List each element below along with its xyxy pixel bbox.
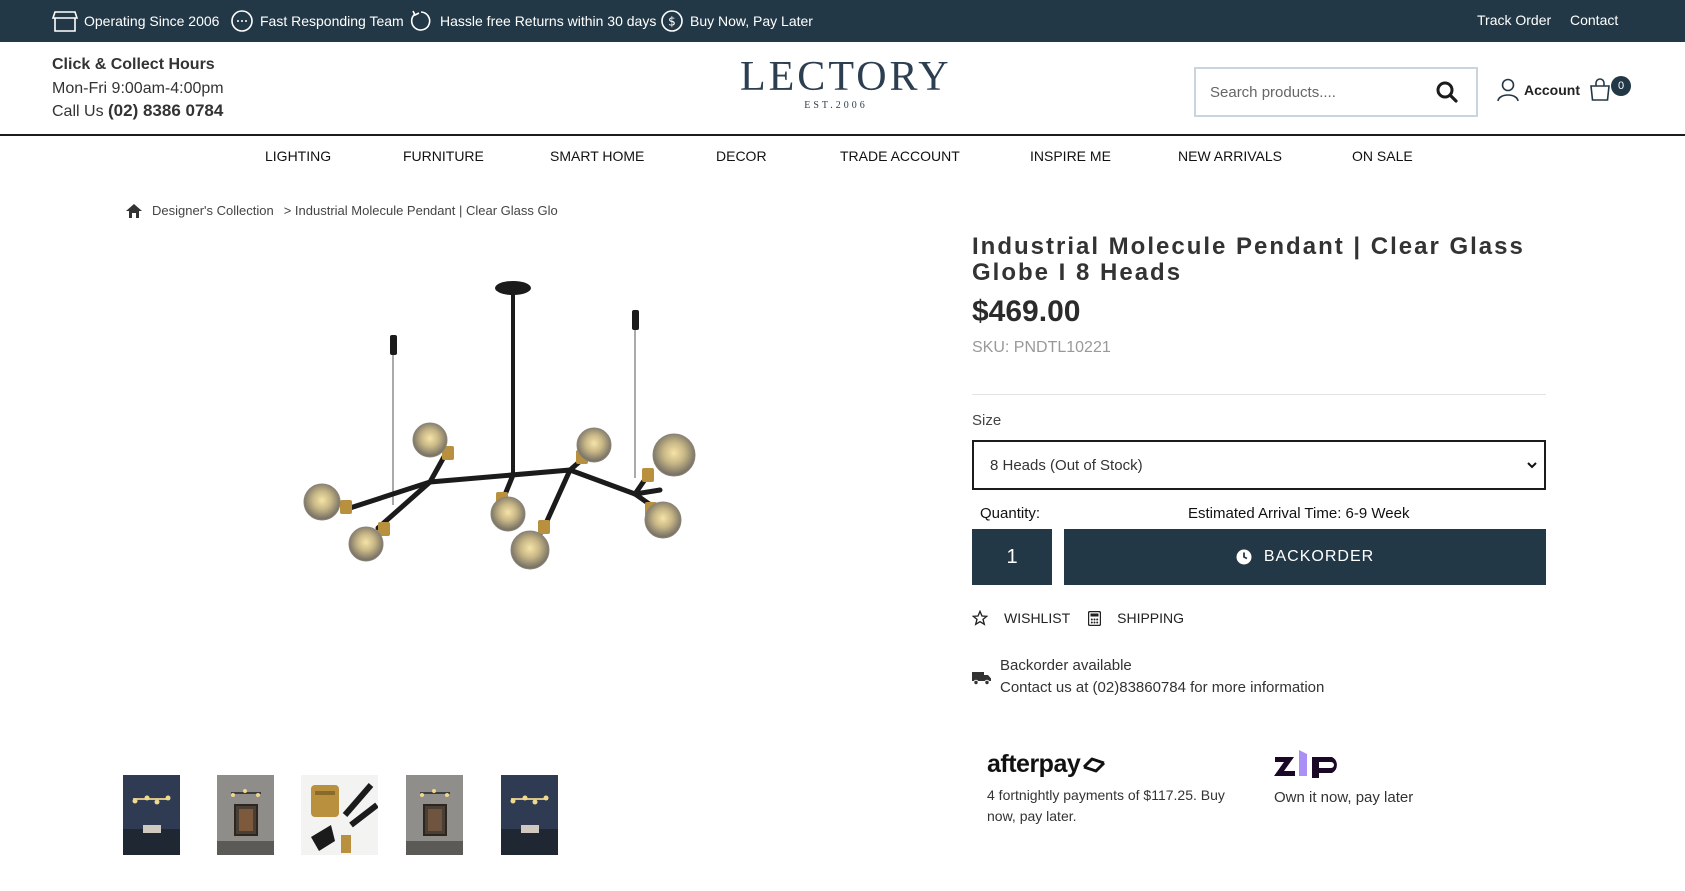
zip-logo: zip: [1274, 750, 1337, 778]
product-price: $469.00: [972, 295, 1081, 328]
breadcrumb-current: > Industrial Molecule Pendant | Clear Gl…: [283, 203, 558, 218]
feature-returns: Hassle free Returns within 30 days: [408, 0, 656, 42]
shipping-link[interactable]: SHIPPING: [1088, 610, 1184, 626]
feature-label: Hassle free Returns within 30 days: [440, 13, 657, 29]
availability-contact: Contact us at (02)83860784 for more info…: [1000, 679, 1325, 696]
home-icon[interactable]: [126, 203, 142, 218]
phone-number[interactable]: (02) 8386 0784: [108, 101, 223, 120]
nav-item-on-sale[interactable]: ON SALE: [1352, 148, 1413, 164]
quantity-input[interactable]: 1: [972, 529, 1052, 585]
quantity-label: Quantity:: [980, 505, 1041, 522]
collect-title: Click & Collect Hours: [52, 56, 215, 73]
main-nav: LIGHTING FURNITURE SMART HOME DECOR TRAD…: [0, 138, 1685, 174]
afterpay-arrows-icon: [1083, 757, 1106, 772]
backorder-button[interactable]: BACKORDER: [1064, 529, 1546, 585]
shipping-label: SHIPPING: [1117, 610, 1185, 626]
size-label: Size: [972, 412, 1002, 429]
zip-text: Own it now, pay later: [1274, 789, 1414, 806]
thumbnail-1[interactable]: [123, 775, 180, 855]
site-logo[interactable]: LECTORY EST.2006: [740, 54, 952, 111]
nav-item-furniture[interactable]: FURNITURE: [403, 148, 484, 164]
account-label: Account: [1524, 82, 1580, 98]
calculator-icon: [1088, 610, 1102, 626]
chat-icon: [231, 10, 253, 32]
store-icon: [52, 11, 78, 32]
logo-est: EST.2006: [804, 100, 868, 111]
call-us: Call Us (02) 8386 0784: [52, 101, 223, 121]
nav-item-trade-account[interactable]: TRADE ACCOUNT: [840, 148, 960, 164]
svg-text:$: $: [668, 15, 676, 29]
logo-name: LECTORY: [740, 54, 952, 100]
afterpay-block: afterpay 4 fortnightly payments of $117.…: [987, 750, 1247, 827]
divider: [972, 394, 1546, 395]
user-icon: [1497, 78, 1519, 102]
estimated-arrival: Estimated Arrival Time: 6-9 Week: [1188, 505, 1410, 522]
nav-item-new-arrivals[interactable]: NEW ARRIVALS: [1178, 148, 1282, 164]
search-input[interactable]: [1210, 79, 1420, 105]
search-icon[interactable]: [1436, 81, 1458, 103]
search-box: [1194, 67, 1478, 117]
dollar-icon: $: [661, 10, 683, 32]
nav-item-decor[interactable]: DECOR: [716, 148, 767, 164]
backorder-label: BACKORDER: [1263, 548, 1375, 565]
afterpay-text: 4 fortnightly payments of $117.25. Buy n…: [987, 787, 1225, 824]
clock-icon: [1236, 549, 1252, 565]
product-links: WISHLIST SHIPPING: [972, 610, 1202, 626]
account-link[interactable]: Account: [1497, 78, 1580, 102]
product-main-image[interactable]: [280, 270, 720, 580]
call-prefix: Call Us: [52, 103, 104, 120]
truck-icon: [972, 672, 991, 685]
top-bar: Operating Since 2006 Fast Responding Tea…: [0, 0, 1685, 42]
thumbnail-5[interactable]: [501, 775, 558, 855]
nav-item-smart-home[interactable]: SMART HOME: [550, 148, 644, 164]
size-select[interactable]: 8 Heads (Out of Stock): [972, 440, 1546, 490]
cart-icon[interactable]: [1588, 78, 1612, 102]
wishlist-link[interactable]: WISHLIST: [972, 610, 1070, 626]
afterpay-logo: afterpay: [987, 750, 1247, 779]
chevron-down-icon: [1527, 462, 1537, 469]
product-sku: SKU: PNDTL10221: [972, 339, 1111, 356]
size-selected-value: 8 Heads (Out of Stock): [990, 456, 1143, 474]
site-header: Click & Collect Hours Mon-Fri 9:00am-4:0…: [0, 42, 1685, 136]
feature-label: Operating Since 2006: [84, 13, 220, 29]
feature-bnpl: $ Buy Now, Pay Later: [660, 0, 813, 42]
nav-item-inspire-me[interactable]: INSPIRE ME: [1030, 148, 1111, 164]
feature-operating: Operating Since 2006: [52, 0, 219, 42]
feature-team: Fast Responding Team: [230, 0, 404, 42]
thumbnail-3[interactable]: [301, 775, 378, 855]
thumbnail-2[interactable]: [217, 775, 274, 855]
return-icon: [410, 10, 431, 31]
feature-label: Buy Now, Pay Later: [690, 13, 813, 29]
product-title: Industrial Molecule Pendant | Clear Glas…: [972, 233, 1525, 286]
afterpay-brand: afterpay: [987, 750, 1081, 778]
nav-item-lighting[interactable]: LIGHTING: [265, 148, 331, 164]
star-icon: [972, 610, 988, 626]
breadcrumb-collection[interactable]: Designer's Collection: [152, 203, 274, 218]
breadcrumb: Designer's Collection > Industrial Molec…: [126, 203, 562, 218]
thumbnail-4[interactable]: [406, 775, 463, 855]
track-order-link[interactable]: Track Order: [1477, 12, 1551, 28]
zip-block: zip Own it now, pay later: [1274, 750, 1413, 806]
cart-count-badge: 0: [1611, 76, 1631, 96]
collect-hours: Mon-Fri 9:00am-4:00pm: [52, 80, 224, 97]
feature-label: Fast Responding Team: [260, 13, 404, 29]
availability-status: Backorder available: [1000, 657, 1132, 674]
contact-link[interactable]: Contact: [1570, 12, 1618, 28]
wishlist-label: WISHLIST: [1004, 610, 1071, 626]
